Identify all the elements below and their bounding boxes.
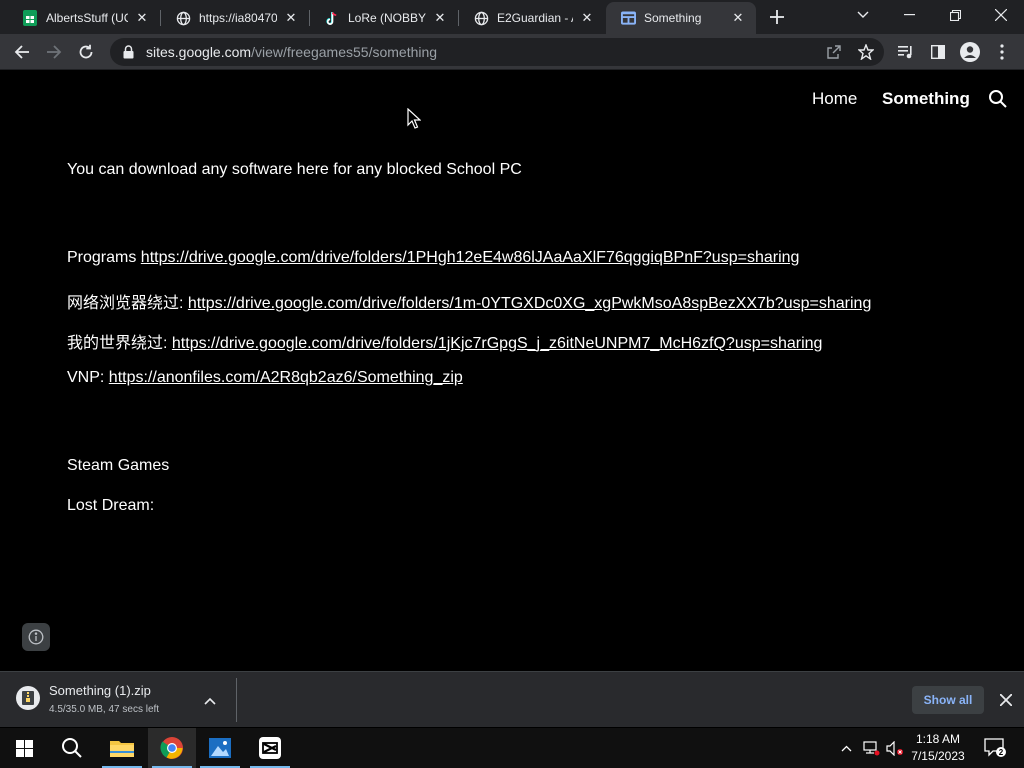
clock-date: 7/15/2023 (911, 749, 965, 763)
tab-albertsstuff[interactable]: AlbertsStuff (UC ✕ (8, 2, 160, 34)
profile-avatar[interactable] (958, 40, 982, 64)
tab-title: Something (644, 11, 702, 25)
action-center-icon[interactable]: 2 (980, 728, 1010, 768)
nav-home-link[interactable]: Home (812, 89, 857, 109)
tiktok-icon (324, 10, 340, 26)
tab-ia80470[interactable]: https://ia80470 ✕ (161, 2, 309, 34)
tab-e2guardian[interactable]: E2Guardian - Ac ✕ (459, 2, 605, 34)
link-label: 我的世界绕过: (67, 335, 172, 352)
link-label: 网络浏览器绕过: (67, 295, 188, 312)
link-label: Programs (67, 249, 141, 266)
lock-icon[interactable] (120, 44, 136, 60)
close-icon[interactable] (996, 690, 1016, 710)
windows-start-button[interactable] (0, 728, 48, 768)
programs-link[interactable]: https://drive.google.com/drive/folders/1… (141, 249, 800, 266)
capcut-icon[interactable] (246, 728, 294, 768)
shelf-divider (236, 678, 237, 722)
address-bar[interactable]: sites.google.com/view/freegames55/someth… (110, 38, 884, 66)
tab-close-icon[interactable]: ✕ (579, 10, 595, 26)
info-icon[interactable] (22, 623, 50, 651)
lost-dream-label: Lost Dream: (67, 497, 155, 514)
google-sites-icon (620, 10, 636, 26)
tab-title: LoRe (NOBBYMI (348, 11, 426, 25)
nav-something-link[interactable]: Something (882, 89, 970, 109)
download-status: 4.5/35.0 MB, 47 secs left (49, 704, 160, 715)
bookmark-star-icon[interactable] (854, 40, 878, 64)
tab-title: E2Guardian - Ac (497, 11, 573, 25)
link-row-vnp: VNP: https://anonfiles.com/A2R8qb2az6/So… (67, 369, 463, 387)
tab-lore[interactable]: LoRe (NOBBYMI ✕ (310, 2, 458, 34)
link-row-programs: Programs https://drive.google.com/drive/… (67, 249, 799, 267)
media-controls-icon[interactable] (894, 40, 918, 64)
vnp-link[interactable]: https://anonfiles.com/A2R8qb2az6/Somethi… (109, 369, 463, 386)
share-icon[interactable] (822, 40, 846, 64)
browser-bypass-link[interactable]: https://drive.google.com/drive/folders/1… (188, 295, 871, 312)
reload-button[interactable] (74, 40, 98, 64)
search-icon[interactable] (48, 728, 96, 768)
link-row-minecraft-bypass: 我的世界绕过: https://drive.google.com/drive/f… (67, 329, 822, 353)
url-text[interactable]: sites.google.com/view/freegames55/someth… (146, 44, 437, 60)
file-explorer-icon[interactable] (98, 728, 146, 768)
system-clock[interactable]: 1:18 AM 7/15/2023 (906, 731, 970, 765)
chrome-icon[interactable] (148, 728, 196, 768)
photos-icon[interactable] (196, 728, 244, 768)
clock-time: 1:18 AM (915, 732, 961, 746)
close-window-button[interactable] (978, 0, 1024, 30)
download-filename[interactable]: Something (1).zip (49, 683, 151, 698)
side-panel-icon[interactable] (926, 40, 950, 64)
url-path: /view/freegames55/something (251, 44, 438, 60)
back-button[interactable] (10, 40, 34, 64)
show-all-button[interactable]: Show all (912, 686, 984, 714)
windows-taskbar: 1:18 AM 7/15/2023 2 (0, 728, 1024, 768)
chevron-up-icon[interactable] (836, 728, 856, 768)
tab-close-icon[interactable]: ✕ (432, 10, 448, 26)
tab-title: AlbertsStuff (UC (46, 11, 128, 25)
globe-icon (473, 10, 489, 26)
tab-close-icon[interactable]: ✕ (134, 10, 150, 26)
menu-kebab-icon[interactable] (990, 40, 1014, 64)
tab-something[interactable]: Something ✕ (606, 2, 756, 34)
tab-title: https://ia80470 (199, 11, 277, 25)
chevron-up-icon[interactable] (204, 692, 220, 708)
globe-icon (175, 10, 191, 26)
intro-text: You can download any software here for a… (67, 161, 522, 178)
zip-file-icon (16, 686, 40, 710)
mouse-cursor-icon (407, 107, 422, 135)
tab-close-icon[interactable]: ✕ (730, 10, 746, 26)
forward-button[interactable] (42, 40, 66, 64)
tab-strip: AlbertsStuff (UC ✕ https://ia80470 ✕ LoR… (0, 0, 1024, 34)
download-shelf: Something (1).zip 4.5/35.0 MB, 47 secs l… (0, 671, 1024, 727)
search-icon[interactable] (988, 89, 1010, 111)
web-page: Home Something You can download any soft… (0, 71, 1024, 671)
sheets-icon (22, 10, 38, 26)
steam-games-heading: Steam Games (67, 457, 170, 474)
link-row-browser-bypass: 网络浏览器绕过: https://drive.google.com/drive/… (67, 289, 871, 313)
screen: AlbertsStuff (UC ✕ https://ia80470 ✕ LoR… (0, 0, 1024, 768)
restore-button[interactable] (932, 0, 978, 30)
browser-toolbar: sites.google.com/view/freegames55/someth… (0, 34, 1024, 70)
url-host: sites.google.com (146, 44, 252, 60)
tab-search-button[interactable] (840, 0, 886, 30)
network-icon[interactable] (860, 728, 882, 768)
new-tab-button[interactable] (766, 6, 788, 28)
notification-count: 2 (999, 748, 1004, 757)
minecraft-bypass-link[interactable]: https://drive.google.com/drive/folders/1… (172, 335, 823, 352)
tab-close-icon[interactable]: ✕ (283, 10, 299, 26)
volume-muted-icon[interactable] (884, 728, 906, 768)
link-label: VNP: (67, 369, 109, 386)
minimize-button[interactable] (886, 0, 932, 30)
